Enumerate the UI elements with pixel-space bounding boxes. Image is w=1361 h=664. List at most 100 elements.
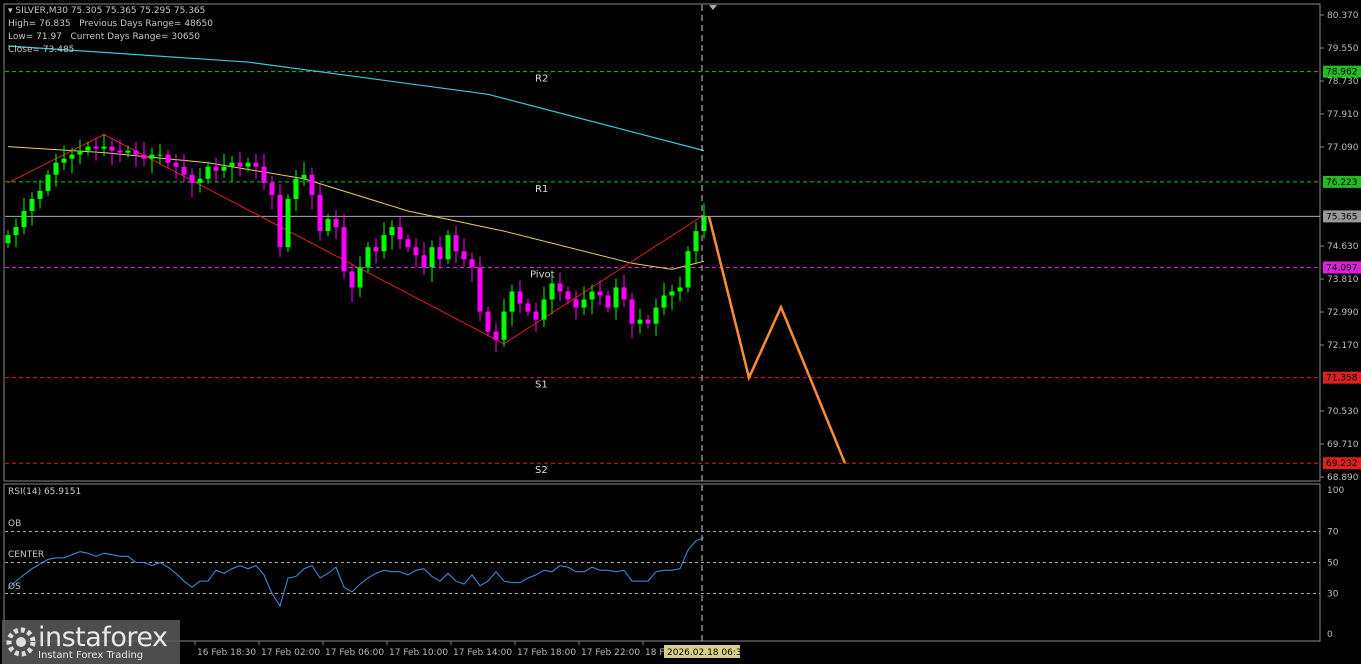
candle-body (197, 178, 203, 183)
y-tick-label: 72.170 (1327, 341, 1359, 351)
candle-body (101, 146, 107, 149)
shift-marker-icon[interactable] (709, 5, 717, 10)
candle-body (573, 299, 579, 308)
y-tick-label: 77.090 (1327, 143, 1359, 153)
candle-body (245, 162, 251, 167)
candle-body (541, 299, 547, 320)
candle-body (669, 291, 675, 296)
candle-body (645, 319, 651, 324)
candle-body (685, 251, 691, 288)
candle-body (397, 227, 403, 240)
candle-body (381, 235, 387, 252)
x-tick-label: 17 Feb 10:00 (389, 648, 448, 658)
candle-body (13, 227, 19, 236)
y-tick-label: 70.530 (1327, 407, 1359, 417)
candle-body (557, 283, 563, 292)
candle-body (349, 271, 355, 288)
x-tick-label: 17 Feb 06:00 (325, 648, 384, 658)
candle-body (109, 146, 115, 151)
candle-body (677, 287, 683, 292)
chart-canvas[interactable]: 78.962R276.223R174.097Pivot71.358S169.23… (0, 0, 1361, 664)
candle-body (149, 154, 155, 159)
candle-body (53, 162, 59, 175)
candle-body (309, 174, 315, 195)
candle-body (565, 291, 571, 300)
rsi-line (7, 537, 705, 608)
level-price-label: 69.232 (1326, 459, 1358, 469)
rsi-title: RSI(14) 65.9151 (8, 487, 82, 497)
candle-body (445, 235, 451, 260)
candle-body (373, 247, 379, 252)
candle-body (501, 311, 507, 340)
candle-body (653, 307, 659, 324)
candle-body (181, 166, 187, 175)
candle-body (29, 198, 35, 211)
x-tick-label: 17 Feb 22:00 (581, 648, 640, 658)
x-tick-label: 16 Feb 18:30 (197, 648, 256, 658)
candle-body (693, 231, 699, 252)
candle-body (125, 150, 131, 153)
candle-body (21, 210, 27, 228)
rsi-tick-label: 100 (1327, 486, 1344, 496)
gear-logo-icon (6, 627, 36, 657)
rsi-center-label: CENTER (8, 550, 45, 560)
x-tick-label: 17 Feb 18:00 (517, 648, 576, 658)
candle-body (317, 194, 323, 232)
candle-body (45, 174, 51, 191)
candle-body (421, 255, 427, 268)
y-tick-label: 79.550 (1327, 44, 1359, 54)
level-price-label: 74.097 (1326, 263, 1358, 273)
y-tick-label: 80.370 (1327, 11, 1359, 21)
candle-body (277, 194, 283, 248)
candle-body (69, 154, 75, 159)
candle-body (133, 150, 139, 155)
forecast-projection-line (707, 216, 847, 464)
rsi-tick-label: 30 (1327, 590, 1339, 600)
candle-body (493, 331, 499, 340)
cursor-time-label: 2026.02.18 06:30 (667, 648, 748, 658)
candle-body (413, 247, 419, 256)
y-tick-label: 69.710 (1327, 440, 1359, 450)
candle-body (405, 239, 411, 248)
candle-body (437, 247, 443, 260)
y-tick-label: 68.890 (1327, 473, 1359, 483)
candle-body (341, 227, 347, 272)
candle-body (325, 219, 331, 232)
zigzag-line (7, 133, 705, 345)
moving-average-slow (7, 45, 705, 152)
candle-body (93, 146, 99, 149)
candle-body (509, 291, 515, 312)
candle-body (621, 287, 627, 300)
candle-body (613, 287, 619, 308)
candle-body (469, 259, 475, 268)
level-price-label: 71.358 (1326, 374, 1358, 384)
candle-body (589, 291, 595, 300)
candle-body (605, 295, 611, 308)
candle-body (389, 227, 395, 236)
candle-body (485, 311, 491, 332)
candle-body (229, 162, 235, 167)
level-name-pivot: Pivot (530, 269, 555, 280)
candle-body (597, 291, 603, 296)
rsi-tick-label: 50 (1327, 559, 1339, 569)
candle-body (261, 166, 267, 183)
rsi-ob-label: OB (8, 519, 22, 529)
close-line: Close= 73.485 (8, 45, 75, 55)
logo-brand: instaforex (38, 622, 168, 653)
candle-body (581, 299, 587, 308)
candle-body (533, 311, 539, 320)
candle-body (253, 162, 259, 167)
level-name-r1: R1 (535, 184, 548, 195)
candle-body (333, 219, 339, 228)
logo-tagline: Instant Forex Trading (38, 650, 144, 661)
candle-body (221, 166, 227, 171)
candle-body (85, 146, 91, 151)
y-tick-label: 77.910 (1327, 110, 1359, 120)
candle-body (357, 267, 363, 288)
candle-body (165, 154, 171, 163)
candle-body (453, 235, 459, 252)
rsi-tick-label: 0 (1327, 630, 1333, 640)
candle-body (429, 247, 435, 268)
y-tick-label: 73.810 (1327, 275, 1359, 285)
level-name-s1: S1 (535, 380, 548, 391)
